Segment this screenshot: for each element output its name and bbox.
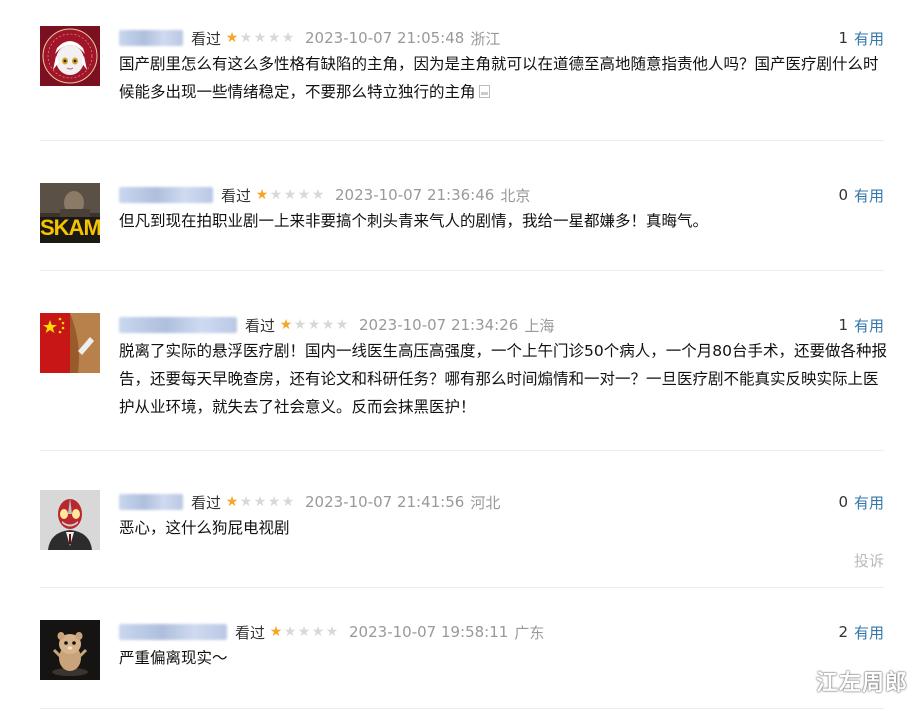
- avatar-poster-text: SKAM: [40, 215, 100, 240]
- report-button[interactable]: 投诉: [854, 550, 884, 571]
- vote-area: 1 有用: [838, 26, 884, 50]
- rating-stars: ★ ★ ★ ★ ★: [255, 187, 325, 203]
- star-empty-icon: ★: [239, 494, 253, 510]
- useful-button[interactable]: 有用: [854, 492, 884, 513]
- vote-count: 1: [838, 29, 848, 47]
- star-filled-icon: ★: [255, 187, 269, 203]
- review-item: 看过 ★ ★ ★ ★ ★ 2023-10-07 19:58:11 广东 2 有用 严重偏…: [40, 620, 884, 715]
- rating-stars: ★ ★ ★ ★ ★: [225, 494, 295, 510]
- review-meta: 看过 ★ ★ ★ ★ ★ 2023-10-07 19:58:11 广东: [119, 620, 544, 644]
- review-meta: 看过 ★ ★ ★ ★ ★ 2023-10-07 21:34:26 上海: [119, 313, 554, 337]
- star-empty-icon: ★: [281, 494, 295, 510]
- review-text: 但凡到现在拍职业剧一上来非要搞个刺头青来气人的剧情，我给一星都嫌多！真晦气。: [119, 212, 709, 230]
- watch-status: 看过: [191, 493, 222, 512]
- vote-area: 0 有用: [838, 490, 884, 514]
- useful-button[interactable]: 有用: [854, 315, 884, 336]
- review-time: 2023-10-07 21:05:48: [305, 29, 465, 47]
- review-item: SKAM 看过 ★ ★ ★ ★ ★ 2023-10-07 21:36:46 北京 0 有…: [40, 183, 884, 293]
- review-meta: 看过 ★ ★ ★ ★ ★ 2023-10-07 21:41:56 河北: [119, 490, 500, 514]
- star-filled-icon: ★: [225, 30, 239, 46]
- review-content: 恶心，这什么狗屁电视剧: [119, 514, 889, 542]
- blurred-username[interactable]: [119, 30, 183, 46]
- star-empty-icon: ★: [283, 624, 297, 640]
- review-time: 2023-10-07 19:58:11: [349, 623, 509, 641]
- star-filled-icon: ★: [279, 317, 293, 333]
- user-avatar[interactable]: [40, 26, 100, 86]
- user-avatar[interactable]: SKAM: [40, 183, 100, 243]
- star-empty-icon: ★: [239, 30, 253, 46]
- star-empty-icon: ★: [335, 317, 349, 333]
- blurred-username[interactable]: [119, 494, 183, 510]
- divider: [40, 708, 884, 709]
- blurred-username[interactable]: [119, 187, 213, 203]
- divider: [40, 450, 884, 451]
- blurred-username[interactable]: [119, 624, 227, 640]
- star-empty-icon: ★: [311, 187, 325, 203]
- review-time: 2023-10-07 21:41:56: [305, 493, 465, 511]
- review-text: 恶心，这什么狗屁电视剧: [119, 519, 290, 537]
- review-meta: 看过 ★ ★ ★ ★ ★ 2023-10-07 21:36:46 北京: [119, 183, 530, 207]
- review-location: 北京: [500, 186, 531, 205]
- review-location: 河北: [470, 493, 501, 512]
- blurred-username[interactable]: [119, 317, 237, 333]
- review-time: 2023-10-07 21:34:26: [359, 316, 519, 334]
- review-content: 但凡到现在拍职业剧一上来非要搞个刺头青来气人的剧情，我给一星都嫌多！真晦气。: [119, 207, 889, 235]
- user-avatar[interactable]: [40, 313, 100, 373]
- divider: [40, 140, 884, 141]
- star-empty-icon: ★: [267, 494, 281, 510]
- watch-status: 看过: [221, 186, 252, 205]
- review-content: 严重偏离现实～: [119, 644, 889, 672]
- review-item: 看过 ★ ★ ★ ★ ★ 2023-10-07 21:34:26 上海 1 有用 脱离了…: [40, 313, 887, 463]
- review-content: 国产剧里怎么有这么多性格有缺陷的主角，因为是主角就可以在道德至高地随意指责他人吗…: [119, 50, 889, 106]
- rating-stars: ★ ★ ★ ★ ★: [279, 317, 349, 333]
- star-empty-icon: ★: [321, 317, 335, 333]
- star-empty-icon: ★: [269, 187, 283, 203]
- star-empty-icon: ★: [253, 30, 267, 46]
- divider: [40, 270, 884, 271]
- vote-area: 2 有用: [838, 620, 884, 644]
- review-meta: 看过 ★ ★ ★ ★ ★ 2023-10-07 21:05:48 浙江: [119, 26, 500, 50]
- vote-count: 1: [838, 316, 848, 334]
- review-time: 2023-10-07 21:36:46: [335, 186, 495, 204]
- watch-status: 看过: [235, 623, 266, 642]
- review-content: 脱离了实际的悬浮医疗剧！国内一线医生高压高强度，一个上午门诊50个病人，一个月8…: [119, 337, 889, 421]
- review-item: 看过 ★ ★ ★ ★ ★ 2023-10-07 21:41:56 河北 0 有用 恶心，…: [40, 490, 884, 600]
- watch-status: 看过: [245, 316, 276, 335]
- star-empty-icon: ★: [325, 624, 339, 640]
- star-empty-icon: ★: [293, 317, 307, 333]
- star-filled-icon: ★: [225, 494, 239, 510]
- review-text: 严重偏离现实～: [119, 649, 228, 667]
- watermark: 江左周郎: [815, 671, 908, 696]
- watch-status: 看过: [191, 29, 222, 48]
- useful-button[interactable]: 有用: [854, 28, 884, 49]
- review-location: 上海: [524, 316, 555, 335]
- user-avatar[interactable]: [40, 490, 100, 550]
- review-location: 广东: [514, 623, 545, 642]
- useful-button[interactable]: 有用: [854, 622, 884, 643]
- review-item: 看过 ★ ★ ★ ★ ★ 2023-10-07 21:05:48 浙江 1 有用 国产剧…: [40, 26, 884, 156]
- star-empty-icon: ★: [281, 30, 295, 46]
- review-text: 国产剧里怎么有这么多性格有缺陷的主角，因为是主角就可以在道德至高地随意指责他人吗…: [119, 55, 879, 101]
- review-text: 脱离了实际的悬浮医疗剧！国内一线医生高压高强度，一个上午门诊50个病人，一个月8…: [119, 342, 887, 416]
- star-empty-icon: ★: [253, 494, 267, 510]
- user-avatar[interactable]: [40, 620, 100, 680]
- vote-count: 0: [838, 186, 848, 204]
- vote-area: 1 有用: [838, 313, 884, 337]
- star-empty-icon: ★: [283, 187, 297, 203]
- review-location: 浙江: [470, 29, 501, 48]
- image-icon[interactable]: [478, 85, 490, 98]
- star-empty-icon: ★: [297, 624, 311, 640]
- rating-stars: ★ ★ ★ ★ ★: [225, 30, 295, 46]
- star-empty-icon: ★: [311, 624, 325, 640]
- useful-button[interactable]: 有用: [854, 185, 884, 206]
- star-empty-icon: ★: [267, 30, 281, 46]
- star-empty-icon: ★: [307, 317, 321, 333]
- divider: [40, 587, 884, 588]
- vote-count: 2: [838, 623, 848, 641]
- vote-count: 0: [838, 493, 848, 511]
- star-empty-icon: ★: [297, 187, 311, 203]
- star-filled-icon: ★: [269, 624, 283, 640]
- vote-area: 0 有用: [838, 183, 884, 207]
- rating-stars: ★ ★ ★ ★ ★: [269, 624, 339, 640]
